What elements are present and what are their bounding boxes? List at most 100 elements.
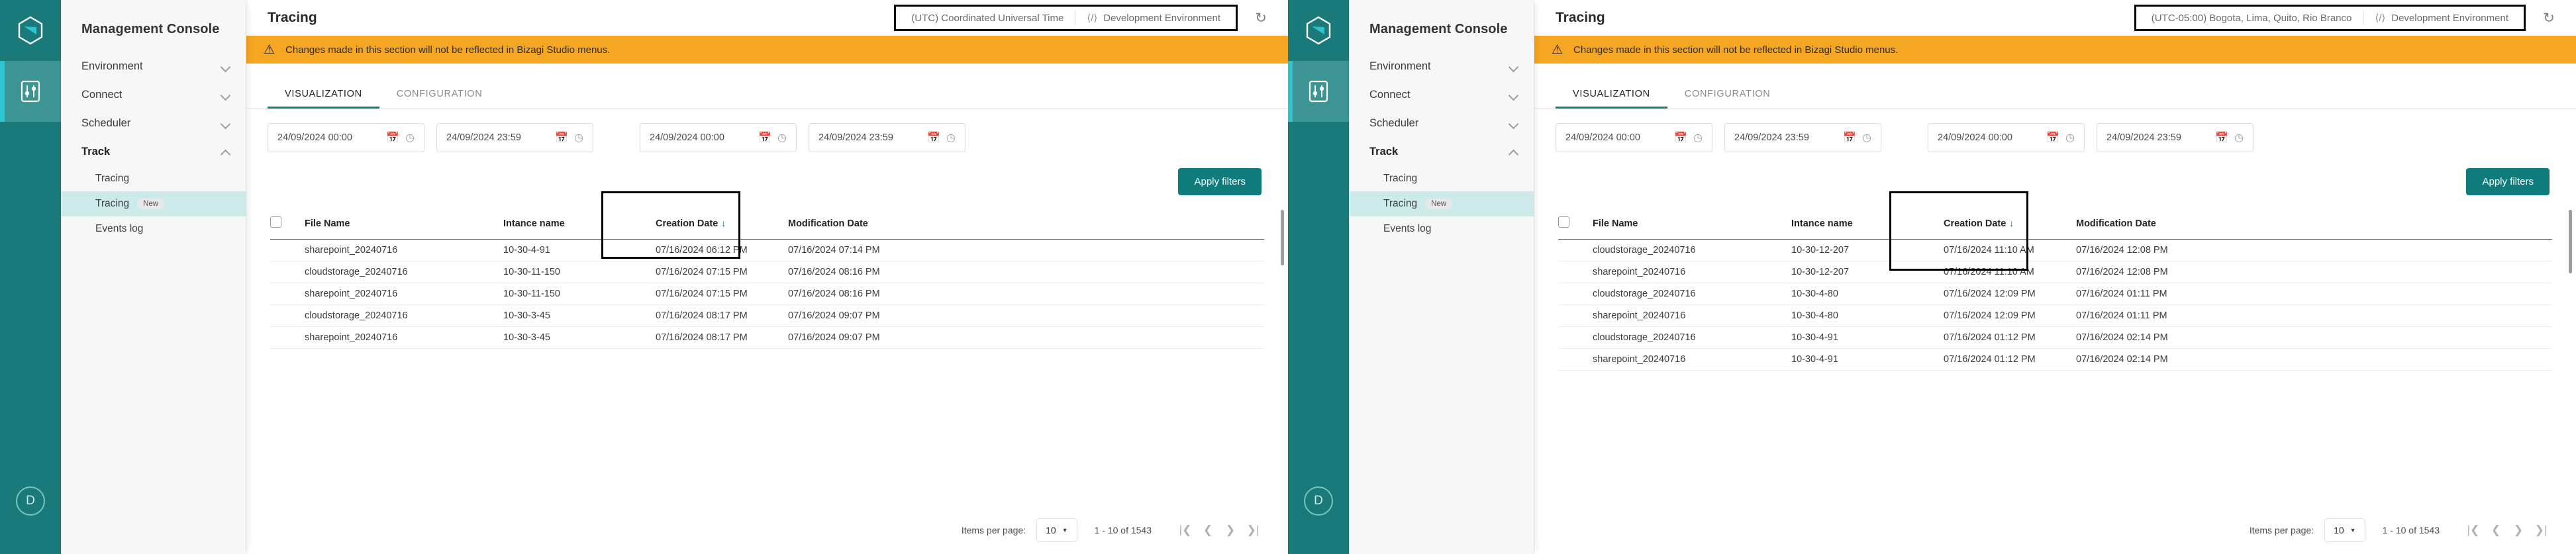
date-from-2[interactable]: 24/09/2024 00:00 📅 ◷ (640, 123, 797, 152)
first-page-button[interactable]: |❮ (2462, 519, 2485, 541)
date-from-2[interactable]: 24/09/2024 00:00 📅 ◷ (1928, 123, 2085, 152)
row-checkbox-cell[interactable] (1558, 283, 1593, 305)
first-page-button[interactable]: |❮ (1174, 519, 1197, 541)
avatar[interactable]: D (16, 486, 45, 516)
clock-icon[interactable]: ◷ (570, 131, 587, 144)
bizagi-hex-logo-icon[interactable] (0, 0, 61, 61)
table-row[interactable]: cloudstorage_20240716 10-30-12-207 07/16/2… (1558, 239, 2552, 261)
vertical-scrollbar[interactable] (1281, 210, 1284, 265)
table-row[interactable]: sharepoint_20240716 10-30-4-91 07/16/2024 … (1558, 348, 2552, 371)
rail-item-management-console[interactable] (1288, 61, 1349, 122)
page-size-select[interactable]: 10 ▼ (2324, 518, 2365, 542)
calendar-icon[interactable]: 📅 (384, 131, 401, 144)
clock-icon[interactable]: ◷ (1858, 131, 1875, 144)
sidebar-item-tracing[interactable]: Tracing (61, 166, 246, 191)
calendar-icon[interactable]: 📅 (2044, 131, 2061, 144)
column-modification-date[interactable]: Modification Date (2076, 216, 2208, 240)
sidebar-item-environment[interactable]: Environment (61, 52, 246, 81)
row-checkbox-cell[interactable] (1558, 239, 1593, 261)
clock-icon[interactable]: ◷ (1689, 131, 1707, 144)
date-to-1[interactable]: 24/09/2024 23:59 📅 ◷ (1724, 123, 1881, 152)
vertical-scrollbar[interactable] (2569, 210, 2572, 273)
column-creation-date[interactable]: Creation Date ↓ (656, 216, 788, 240)
avatar[interactable]: D (1304, 486, 1333, 516)
table-row[interactable]: sharepoint_20240716 10-30-4-80 07/16/2024 … (1558, 304, 2552, 327)
column-instance-name[interactable]: Intance name (503, 216, 656, 240)
clock-icon[interactable]: ◷ (942, 131, 960, 144)
row-checkbox-cell[interactable] (1558, 326, 1593, 349)
row-checkbox-cell[interactable] (1558, 261, 1593, 283)
date-from-1[interactable]: 24/09/2024 00:00 📅 ◷ (1556, 123, 1712, 152)
timezone-selector[interactable]: (UTC) Coordinated Universal Time (900, 13, 1075, 24)
refresh-icon[interactable]: ↻ (2540, 9, 2557, 26)
column-file-name[interactable]: File Name (1593, 216, 1791, 240)
column-instance-name[interactable]: Intance name (1791, 216, 1944, 240)
tab-visualization[interactable]: VISUALIZATION (268, 81, 379, 109)
sidebar-item-scheduler[interactable]: Scheduler (1349, 109, 1534, 138)
clock-icon[interactable]: ◷ (2061, 131, 2079, 144)
refresh-icon[interactable]: ↻ (1252, 9, 1269, 26)
table-row[interactable]: sharepoint_20240716 10-30-3-45 07/16/2024 … (270, 326, 1264, 349)
calendar-icon[interactable]: 📅 (1841, 131, 1858, 144)
sidebar-item-scheduler[interactable]: Scheduler (61, 109, 246, 138)
last-page-button[interactable]: ❯| (2530, 519, 2552, 541)
calendar-icon[interactable]: 📅 (925, 131, 942, 144)
table-row[interactable]: sharepoint_20240716 10-30-4-91 07/16/2024 … (270, 239, 1264, 261)
row-checkbox-cell[interactable] (270, 239, 305, 261)
environment-selector[interactable]: ⟨/⟩ Development Environment (2363, 12, 2520, 24)
environment-selector[interactable]: ⟨/⟩ Development Environment (1075, 12, 1232, 24)
select-all-checkbox[interactable] (270, 216, 281, 228)
table-row[interactable]: cloudstorage_20240716 10-30-4-80 07/16/202… (1558, 283, 2552, 305)
column-creation-date[interactable]: Creation Date ↓ (1944, 216, 2076, 240)
row-checkbox-cell[interactable] (270, 304, 305, 327)
select-all-checkbox[interactable] (1558, 216, 1569, 228)
sidebar-item-tracing-new[interactable]: Tracing New (61, 191, 246, 216)
column-file-name[interactable]: File Name (305, 216, 503, 240)
sidebar-item-events-log[interactable]: Events log (1349, 216, 1534, 242)
sidebar-item-track[interactable]: Track (1349, 138, 1534, 166)
page-size-select[interactable]: 10 ▼ (1036, 518, 1077, 542)
tab-configuration[interactable]: CONFIGURATION (1667, 81, 1788, 108)
sidebar-item-connect[interactable]: Connect (1349, 81, 1534, 109)
rail-item-management-console[interactable] (0, 61, 61, 122)
next-page-button[interactable]: ❯ (2507, 519, 2530, 541)
last-page-button[interactable]: ❯| (1242, 519, 1264, 541)
calendar-icon[interactable]: 📅 (553, 131, 570, 144)
sidebar-item-environment[interactable]: Environment (1349, 52, 1534, 81)
next-page-button[interactable]: ❯ (1219, 519, 1242, 541)
clock-icon[interactable]: ◷ (401, 131, 419, 144)
tab-configuration[interactable]: CONFIGURATION (379, 81, 500, 108)
row-checkbox-cell[interactable] (270, 261, 305, 283)
sidebar-item-connect[interactable]: Connect (61, 81, 246, 109)
clock-icon[interactable]: ◷ (2230, 131, 2248, 144)
row-checkbox-cell[interactable] (1558, 304, 1593, 327)
row-checkbox-cell[interactable] (270, 283, 305, 305)
date-to-2[interactable]: 24/09/2024 23:59 📅 ◷ (809, 123, 966, 152)
table-row[interactable]: sharepoint_20240716 10-30-12-207 07/16/202… (1558, 261, 2552, 283)
row-checkbox-cell[interactable] (270, 326, 305, 349)
date-to-1[interactable]: 24/09/2024 23:59 📅 ◷ (436, 123, 593, 152)
clock-icon[interactable]: ◷ (773, 131, 791, 144)
table-row[interactable]: cloudstorage_20240716 10-30-3-45 07/16/202… (270, 304, 1264, 327)
sidebar-item-track[interactable]: Track (61, 138, 246, 166)
row-checkbox-cell[interactable] (1558, 348, 1593, 371)
sidebar-item-tracing-new[interactable]: Tracing New (1349, 191, 1534, 216)
date-from-1[interactable]: 24/09/2024 00:00 📅 ◷ (268, 123, 424, 152)
column-modification-date[interactable]: Modification Date (788, 216, 920, 240)
timezone-selector[interactable]: (UTC-05:00) Bogota, Lima, Quito, Rio Bra… (2140, 13, 2363, 24)
apply-filters-button[interactable]: Apply filters (1178, 168, 1262, 195)
bizagi-hex-logo-icon[interactable] (1288, 0, 1349, 61)
sidebar-item-tracing[interactable]: Tracing (1349, 166, 1534, 191)
date-to-2[interactable]: 24/09/2024 23:59 📅 ◷ (2097, 123, 2254, 152)
table-row[interactable]: sharepoint_20240716 10-30-11-150 07/16/202… (270, 283, 1264, 305)
sidebar-item-events-log[interactable]: Events log (61, 216, 246, 242)
previous-page-button[interactable]: ❮ (1197, 519, 1219, 541)
calendar-icon[interactable]: 📅 (756, 131, 773, 144)
table-row[interactable]: cloudstorage_20240716 10-30-11-150 07/16/2… (270, 261, 1264, 283)
table-row[interactable]: cloudstorage_20240716 10-30-4-91 07/16/202… (1558, 326, 2552, 349)
calendar-icon[interactable]: 📅 (2213, 131, 2230, 144)
apply-filters-button[interactable]: Apply filters (2466, 168, 2550, 195)
tab-visualization[interactable]: VISUALIZATION (1556, 81, 1667, 109)
calendar-icon[interactable]: 📅 (1672, 131, 1689, 144)
previous-page-button[interactable]: ❮ (2485, 519, 2507, 541)
